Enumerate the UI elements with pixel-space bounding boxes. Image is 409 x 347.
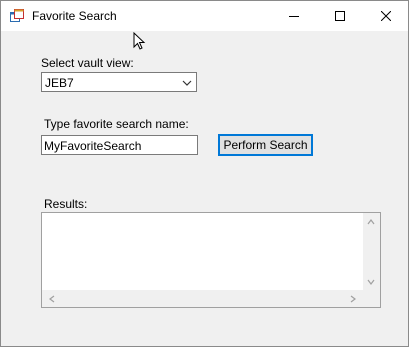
vault-view-label: Select vault view:	[41, 56, 134, 70]
favorite-search-window: Favorite Search Select vault view: JEB7 …	[0, 0, 409, 347]
results-text-area[interactable]	[42, 213, 363, 290]
scroll-right-icon[interactable]	[349, 295, 357, 303]
maximize-icon	[335, 11, 345, 21]
perform-search-label: Perform Search	[223, 138, 308, 152]
results-textbox[interactable]	[41, 212, 381, 308]
results-label: Results:	[44, 197, 88, 211]
minimize-icon	[289, 16, 299, 17]
vault-view-value: JEB7	[45, 76, 74, 90]
scroll-left-icon[interactable]	[48, 295, 56, 303]
scrollbar-corner	[363, 290, 380, 307]
scroll-down-icon[interactable]	[367, 278, 375, 286]
horizontal-scrollbar[interactable]	[42, 290, 363, 307]
close-icon	[381, 11, 391, 21]
minimize-button[interactable]	[271, 1, 317, 31]
perform-search-button[interactable]: Perform Search	[218, 134, 313, 156]
search-name-input[interactable]: MyFavoriteSearch	[41, 135, 198, 155]
app-window-icon	[10, 9, 24, 22]
search-name-label: Type favorite search name:	[44, 117, 189, 131]
vault-view-dropdown[interactable]: JEB7	[41, 72, 197, 92]
mouse-pointer-icon	[133, 32, 146, 50]
vertical-scrollbar[interactable]	[363, 213, 380, 290]
close-button[interactable]	[363, 1, 409, 31]
window-title: Favorite Search	[32, 9, 117, 23]
title-bar[interactable]: Favorite Search	[1, 1, 408, 31]
maximize-button[interactable]	[317, 1, 363, 31]
search-name-value: MyFavoriteSearch	[44, 139, 142, 153]
chevron-down-icon	[182, 80, 192, 86]
scroll-up-icon[interactable]	[367, 218, 375, 226]
